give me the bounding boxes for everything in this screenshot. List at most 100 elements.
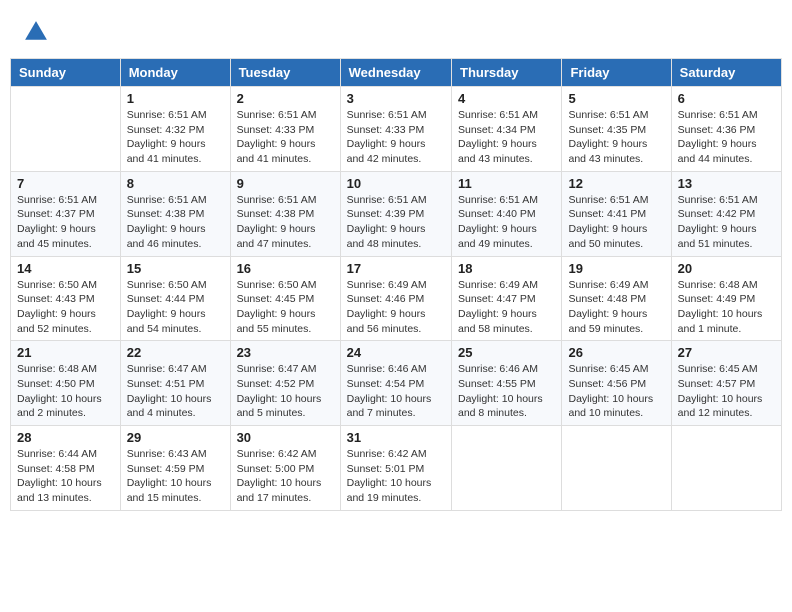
day-cell: 13 Sunrise: 6:51 AM Sunset: 4:42 PM Dayli… xyxy=(671,171,781,256)
day-info: Sunrise: 6:51 AM Sunset: 4:39 PM Dayligh… xyxy=(347,193,445,252)
day-info: Sunrise: 6:47 AM Sunset: 4:51 PM Dayligh… xyxy=(127,362,224,421)
day-number: 1 xyxy=(127,91,224,106)
day-info: Sunrise: 6:51 AM Sunset: 4:33 PM Dayligh… xyxy=(347,108,445,167)
day-cell: 24 Sunrise: 6:46 AM Sunset: 4:54 PM Dayli… xyxy=(340,341,451,426)
day-number: 31 xyxy=(347,430,445,445)
day-number: 4 xyxy=(458,91,555,106)
day-info: Sunrise: 6:51 AM Sunset: 4:35 PM Dayligh… xyxy=(568,108,664,167)
day-info: Sunrise: 6:51 AM Sunset: 4:41 PM Dayligh… xyxy=(568,193,664,252)
day-number: 11 xyxy=(458,176,555,191)
day-info: Sunrise: 6:48 AM Sunset: 4:50 PM Dayligh… xyxy=(17,362,114,421)
day-info: Sunrise: 6:43 AM Sunset: 4:59 PM Dayligh… xyxy=(127,447,224,506)
day-number: 26 xyxy=(568,345,664,360)
day-cell: 28 Sunrise: 6:44 AM Sunset: 4:58 PM Dayli… xyxy=(11,426,121,511)
header xyxy=(10,10,782,54)
day-info: Sunrise: 6:45 AM Sunset: 4:57 PM Dayligh… xyxy=(678,362,775,421)
day-info: Sunrise: 6:51 AM Sunset: 4:37 PM Dayligh… xyxy=(17,193,114,252)
day-info: Sunrise: 6:46 AM Sunset: 4:54 PM Dayligh… xyxy=(347,362,445,421)
col-header-wednesday: Wednesday xyxy=(340,59,451,87)
day-number: 13 xyxy=(678,176,775,191)
day-number: 15 xyxy=(127,261,224,276)
day-number: 25 xyxy=(458,345,555,360)
col-header-friday: Friday xyxy=(562,59,671,87)
day-info: Sunrise: 6:50 AM Sunset: 4:45 PM Dayligh… xyxy=(237,278,334,337)
day-cell: 25 Sunrise: 6:46 AM Sunset: 4:55 PM Dayli… xyxy=(452,341,562,426)
col-header-thursday: Thursday xyxy=(452,59,562,87)
day-cell: 23Sunrise: 6:47 AM Sunset: 4:52 PM Dayli… xyxy=(230,341,340,426)
day-number: 5 xyxy=(568,91,664,106)
day-cell: 26 Sunrise: 6:45 AM Sunset: 4:56 PM Dayli… xyxy=(562,341,671,426)
day-info: Sunrise: 6:45 AM Sunset: 4:56 PM Dayligh… xyxy=(568,362,664,421)
day-number: 3 xyxy=(347,91,445,106)
day-number: 2 xyxy=(237,91,334,106)
day-cell: 29 Sunrise: 6:43 AM Sunset: 4:59 PM Dayli… xyxy=(120,426,230,511)
day-info: Sunrise: 6:51 AM Sunset: 4:32 PM Dayligh… xyxy=(127,108,224,167)
day-cell: 14 Sunrise: 6:50 AM Sunset: 4:43 PM Dayli… xyxy=(11,256,121,341)
day-number: 14 xyxy=(17,261,114,276)
day-number: 9 xyxy=(237,176,334,191)
day-info: Sunrise: 6:51 AM Sunset: 4:38 PM Dayligh… xyxy=(127,193,224,252)
day-cell: 7 Sunrise: 6:51 AM Sunset: 4:37 PM Daylig… xyxy=(11,171,121,256)
day-info: Sunrise: 6:42 AM Sunset: 5:00 PM Dayligh… xyxy=(237,447,334,506)
day-number: 23 xyxy=(237,345,334,360)
day-cell: 17 Sunrise: 6:49 AM Sunset: 4:46 PM Dayli… xyxy=(340,256,451,341)
day-cell: 31Sunrise: 6:42 AM Sunset: 5:01 PM Dayli… xyxy=(340,426,451,511)
day-cell: 2 Sunrise: 6:51 AM Sunset: 4:33 PM Daylig… xyxy=(230,87,340,172)
day-number: 7 xyxy=(17,176,114,191)
day-info: Sunrise: 6:51 AM Sunset: 4:42 PM Dayligh… xyxy=(678,193,775,252)
day-number: 22 xyxy=(127,345,224,360)
day-info: Sunrise: 6:49 AM Sunset: 4:47 PM Dayligh… xyxy=(458,278,555,337)
day-number: 12 xyxy=(568,176,664,191)
day-info: Sunrise: 6:50 AM Sunset: 4:44 PM Dayligh… xyxy=(127,278,224,337)
col-header-sunday: Sunday xyxy=(11,59,121,87)
day-cell: 6Sunrise: 6:51 AM Sunset: 4:36 PM Daylig… xyxy=(671,87,781,172)
day-number: 10 xyxy=(347,176,445,191)
day-number: 29 xyxy=(127,430,224,445)
day-number: 16 xyxy=(237,261,334,276)
day-info: Sunrise: 6:51 AM Sunset: 4:38 PM Dayligh… xyxy=(237,193,334,252)
day-info: Sunrise: 6:51 AM Sunset: 4:33 PM Dayligh… xyxy=(237,108,334,167)
day-cell: 8 Sunrise: 6:51 AM Sunset: 4:38 PM Daylig… xyxy=(120,171,230,256)
day-cell: 1 Sunrise: 6:51 AM Sunset: 4:32 PM Daylig… xyxy=(120,87,230,172)
calendar-table: SundayMondayTuesdayWednesdayThursdayFrid… xyxy=(10,58,782,511)
week-row-4: 21 Sunrise: 6:48 AM Sunset: 4:50 PM Dayli… xyxy=(11,341,782,426)
day-number: 19 xyxy=(568,261,664,276)
day-info: Sunrise: 6:49 AM Sunset: 4:46 PM Dayligh… xyxy=(347,278,445,337)
day-cell: 16 Sunrise: 6:50 AM Sunset: 4:45 PM Dayli… xyxy=(230,256,340,341)
day-number: 27 xyxy=(678,345,775,360)
day-cell: 10 Sunrise: 6:51 AM Sunset: 4:39 PM Dayli… xyxy=(340,171,451,256)
day-info: Sunrise: 6:49 AM Sunset: 4:48 PM Dayligh… xyxy=(568,278,664,337)
week-row-1: 1 Sunrise: 6:51 AM Sunset: 4:32 PM Daylig… xyxy=(11,87,782,172)
day-cell: 3 Sunrise: 6:51 AM Sunset: 4:33 PM Daylig… xyxy=(340,87,451,172)
day-number: 21 xyxy=(17,345,114,360)
day-info: Sunrise: 6:46 AM Sunset: 4:55 PM Dayligh… xyxy=(458,362,555,421)
day-number: 17 xyxy=(347,261,445,276)
day-info: Sunrise: 6:51 AM Sunset: 4:40 PM Dayligh… xyxy=(458,193,555,252)
day-cell: 27 Sunrise: 6:45 AM Sunset: 4:57 PM Dayli… xyxy=(671,341,781,426)
day-number: 6 xyxy=(678,91,775,106)
day-cell: 18Sunrise: 6:49 AM Sunset: 4:47 PM Dayli… xyxy=(452,256,562,341)
logo xyxy=(20,18,50,46)
day-cell: 12 Sunrise: 6:51 AM Sunset: 4:41 PM Dayli… xyxy=(562,171,671,256)
day-cell: 30 Sunrise: 6:42 AM Sunset: 5:00 PM Dayli… xyxy=(230,426,340,511)
day-number: 24 xyxy=(347,345,445,360)
day-cell: 9 Sunrise: 6:51 AM Sunset: 4:38 PM Daylig… xyxy=(230,171,340,256)
day-cell: 4Sunrise: 6:51 AM Sunset: 4:34 PM Daylig… xyxy=(452,87,562,172)
day-cell: 15 Sunrise: 6:50 AM Sunset: 4:44 PM Dayli… xyxy=(120,256,230,341)
week-row-3: 14 Sunrise: 6:50 AM Sunset: 4:43 PM Dayli… xyxy=(11,256,782,341)
day-cell: 22 Sunrise: 6:47 AM Sunset: 4:51 PM Dayli… xyxy=(120,341,230,426)
day-number: 28 xyxy=(17,430,114,445)
day-info: Sunrise: 6:44 AM Sunset: 4:58 PM Dayligh… xyxy=(17,447,114,506)
week-row-2: 7 Sunrise: 6:51 AM Sunset: 4:37 PM Daylig… xyxy=(11,171,782,256)
day-cell xyxy=(452,426,562,511)
day-number: 8 xyxy=(127,176,224,191)
day-info: Sunrise: 6:50 AM Sunset: 4:43 PM Dayligh… xyxy=(17,278,114,337)
logo-icon xyxy=(22,18,50,46)
day-cell xyxy=(562,426,671,511)
day-cell: 5 Sunrise: 6:51 AM Sunset: 4:35 PM Daylig… xyxy=(562,87,671,172)
col-header-tuesday: Tuesday xyxy=(230,59,340,87)
day-info: Sunrise: 6:48 AM Sunset: 4:49 PM Dayligh… xyxy=(678,278,775,337)
day-number: 30 xyxy=(237,430,334,445)
day-number: 20 xyxy=(678,261,775,276)
day-cell: 21 Sunrise: 6:48 AM Sunset: 4:50 PM Dayli… xyxy=(11,341,121,426)
